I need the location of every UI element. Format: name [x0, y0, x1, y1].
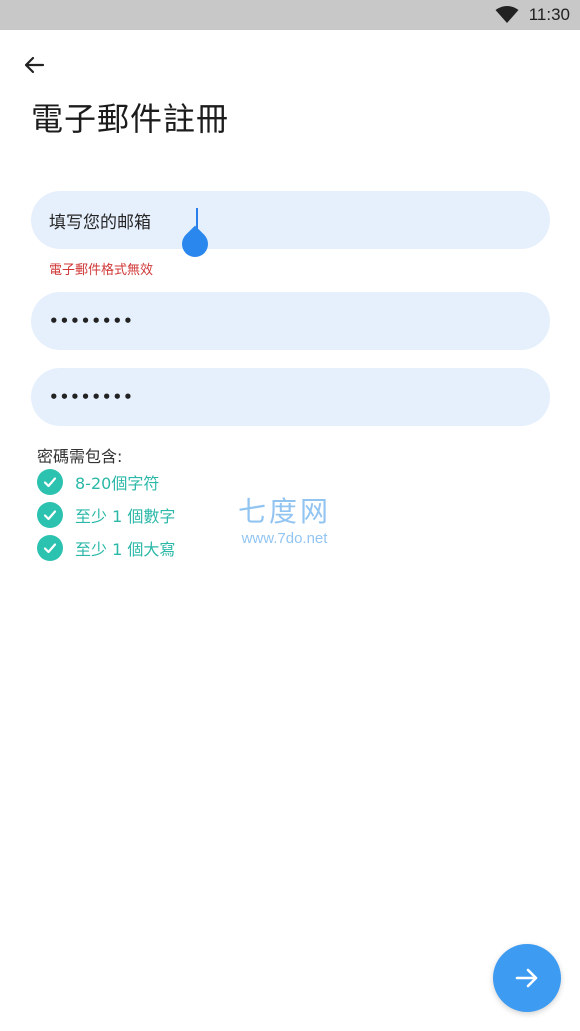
email-field[interactable]: 填写您的邮箱 — [31, 191, 550, 263]
confirm-password-field[interactable]: •••••••• — [31, 368, 550, 426]
back-button[interactable] — [18, 49, 50, 81]
requirement-label: 8-20個字符 — [75, 473, 160, 493]
requirement-item: 至少 1 個大寫 — [37, 531, 175, 564]
wifi-icon — [495, 6, 519, 23]
arrow-right-icon — [515, 968, 538, 988]
requirement-item: 至少 1 個數字 — [37, 498, 175, 531]
arrow-left-icon — [24, 56, 45, 74]
status-bar: 11:30 — [0, 0, 580, 30]
confirm-password-masked-value: •••••••• — [49, 388, 134, 406]
cursor-handle[interactable] — [176, 225, 214, 263]
check-circle-icon — [37, 468, 63, 495]
check-circle-icon — [37, 534, 63, 561]
watermark-url: www.7do.net — [241, 530, 328, 547]
watermark-logo-text: 七度网 — [238, 495, 332, 528]
status-time: 11:30 — [528, 5, 570, 24]
password-requirements-list: 8-20個字符 至少 1 個數字 至少 1 個大寫 — [37, 465, 175, 564]
status-right: 11:30 — [495, 0, 570, 30]
check-circle-icon — [37, 501, 63, 528]
requirement-item: 8-20個字符 — [37, 465, 175, 498]
requirement-label: 至少 1 個數字 — [75, 506, 176, 526]
password-masked-value: •••••••• — [49, 312, 134, 330]
email-error-message: 電子郵件格式無效 — [49, 263, 154, 278]
requirement-label: 至少 1 個大寫 — [75, 539, 176, 559]
watermark: 七度网 www.7do.net — [238, 490, 331, 547]
email-input-text: 填写您的邮箱 — [49, 212, 151, 233]
password-requirements-heading: 密碼需包含: — [37, 447, 123, 466]
page-title: 電子郵件註冊 — [31, 100, 230, 138]
next-button[interactable] — [493, 944, 561, 1012]
password-field[interactable]: •••••••• — [31, 292, 550, 350]
